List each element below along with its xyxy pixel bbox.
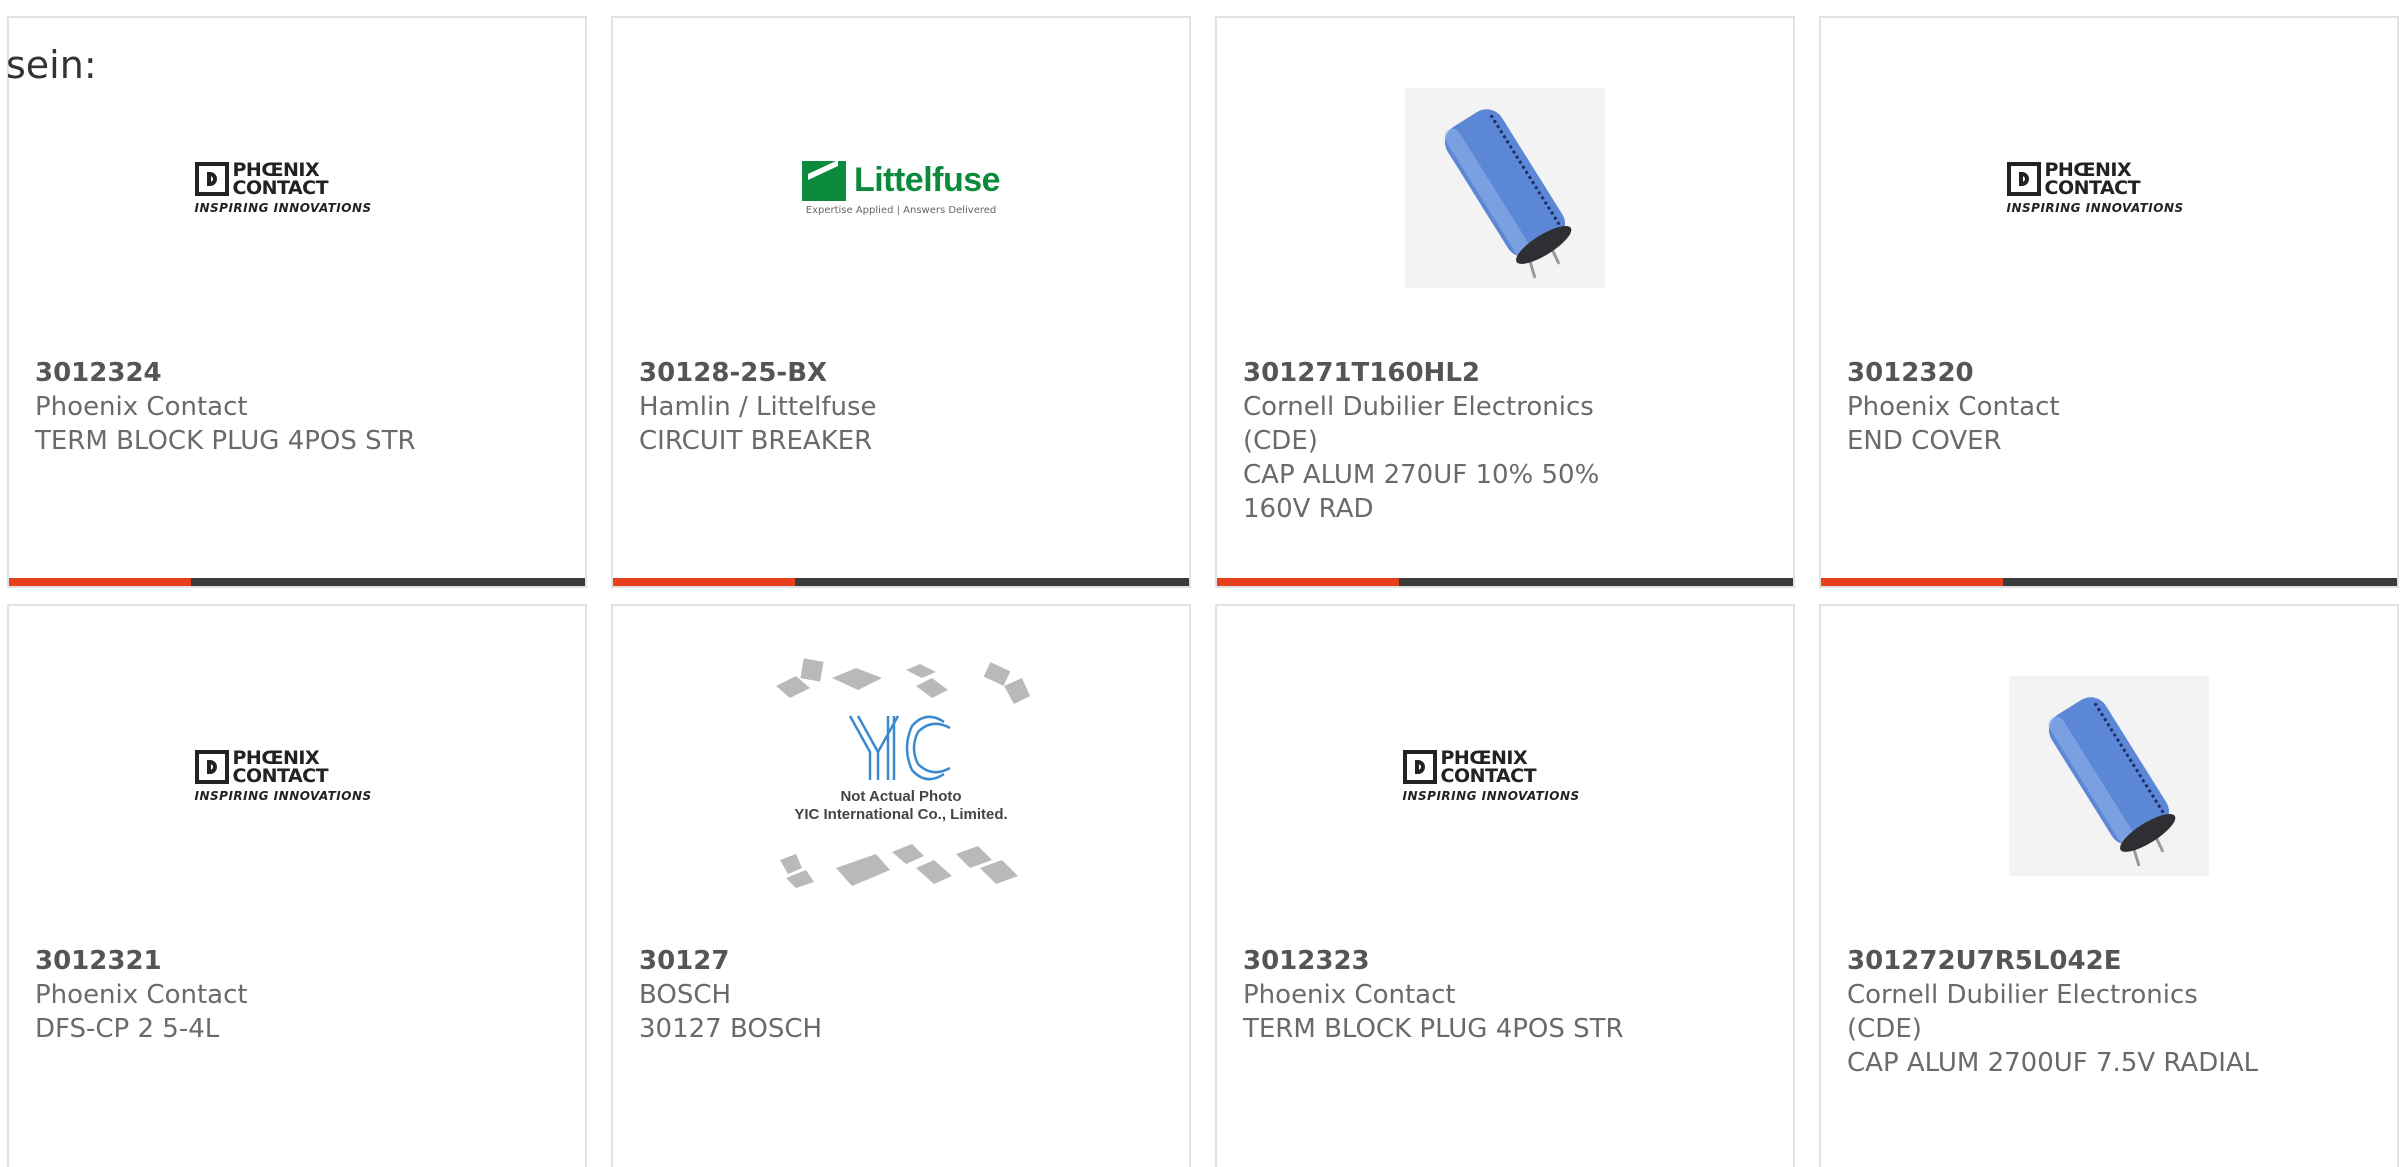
chip-collage-icon [776, 658, 1030, 888]
capacitor-photo [2009, 676, 2209, 876]
lead-text: sein: [6, 43, 97, 87]
manufacturer: Hamlin / Littelfuse [639, 392, 877, 422]
product-info: 3012321 Phoenix Contact DFS-CP 2 5-4L [35, 944, 465, 1046]
product-info: 30127 BOSCH 30127 BOSCH [639, 944, 1069, 1046]
product-image[interactable]: PHŒNIX CONTACT INSPIRING INNOVATIONS [1821, 68, 2397, 308]
yic-caption-line: Not Actual Photo [840, 788, 962, 805]
manufacturer: Phoenix Contact [35, 980, 248, 1010]
product-card[interactable]: PHŒNIX CONTACT INSPIRING INNOVATIONS 301… [1215, 604, 1795, 1167]
card-bottom-bar [1217, 578, 1793, 586]
product-info: 301271T160HL2 Cornell Dubilier Electroni… [1243, 356, 1673, 526]
product-card[interactable]: Littelfuse Expertise Applied | Answers D… [611, 16, 1191, 588]
product-info: 3012320 Phoenix Contact END COVER [1847, 356, 2277, 458]
part-number[interactable]: 301272U7R5L042E [1847, 944, 2277, 978]
part-number[interactable]: 30128-25-BX [639, 356, 1069, 390]
logo-tagline: Expertise Applied | Answers Delivered [805, 204, 997, 216]
logo-tagline: INSPIRING INNOVATIONS [194, 789, 372, 803]
phoenix-mark-icon [194, 750, 229, 784]
product-image[interactable]: PHŒNIX CONTACT INSPIRING INNOVATIONS [9, 656, 585, 896]
capacitor-icon [2048, 697, 2176, 867]
littelfuse-mark-icon [801, 160, 846, 201]
manufacturer: Phoenix Contact [1847, 392, 2060, 422]
part-number[interactable]: 3012323 [1243, 944, 1673, 978]
phoenix-contact-logo: PHŒNIX CONTACT INSPIRING INNOVATIONS [2006, 161, 2212, 215]
manufacturer: Phoenix Contact [1243, 980, 1456, 1010]
bar-accent [9, 578, 191, 586]
product-info: 30128-25-BX Hamlin / Littelfuse CIRCUIT … [639, 356, 1069, 458]
littelfuse-logo: Littelfuse Expertise Applied | Answers D… [801, 160, 1001, 216]
phoenix-contact-logo: PHŒNIX CONTACT INSPIRING INNOVATIONS [194, 161, 400, 215]
logo-tagline: INSPIRING INNOVATIONS [194, 201, 372, 215]
card-bottom-bar [9, 578, 585, 586]
yic-caption-line: YIC International Co., Limited. [794, 806, 1008, 823]
logo-word: CONTACT [1440, 765, 1537, 787]
logo-tagline: INSPIRING INNOVATIONS [1402, 789, 1580, 803]
manufacturer: BOSCH [639, 980, 732, 1010]
capacitor-icon [1444, 109, 1572, 279]
product-card[interactable]: PHŒNIX CONTACT INSPIRING INNOVATIONS 301… [7, 16, 587, 588]
description: 30127 BOSCH [639, 1014, 823, 1044]
product-image[interactable]: PHŒNIX CONTACT INSPIRING INNOVATIONS [1217, 656, 1793, 896]
product-card[interactable]: PHŒNIX CONTACT INSPIRING INNOVATIONS 301… [1819, 16, 2399, 588]
description: TERM BLOCK PLUG 4POS STR [1243, 1014, 1624, 1044]
part-number[interactable]: 3012320 [1847, 356, 2277, 390]
product-card[interactable]: 301271T160HL2 Cornell Dubilier Electroni… [1215, 16, 1795, 588]
product-card[interactable]: PHŒNIX CONTACT INSPIRING INNOVATIONS 301… [7, 604, 587, 1167]
phoenix-contact-logo: PHŒNIX CONTACT INSPIRING INNOVATIONS [194, 749, 400, 803]
product-image[interactable] [1821, 656, 2397, 896]
description: DFS-CP 2 5-4L [35, 1014, 220, 1044]
bar-accent [613, 578, 795, 586]
description: CAP ALUM 2700UF 7.5V RADIAL [1847, 1048, 2259, 1078]
manufacturer: Cornell Dubilier Electronics (CDE) [1847, 980, 2198, 1044]
product-info: 3012324 Phoenix Contact TERM BLOCK PLUG … [35, 356, 465, 458]
product-info: 3012323 Phoenix Contact TERM BLOCK PLUG … [1243, 944, 1673, 1046]
logo-word: Littelfuse [853, 161, 1001, 199]
manufacturer: Phoenix Contact [35, 392, 248, 422]
product-image[interactable]: Littelfuse Expertise Applied | Answers D… [613, 68, 1189, 308]
card-bottom-bar [613, 578, 1189, 586]
product-info: 301272U7R5L042E Cornell Dubilier Electro… [1847, 944, 2277, 1080]
bar-accent [1217, 578, 1399, 586]
product-image[interactable]: PHŒNIX CONTACT INSPIRING INNOVATIONS [9, 68, 585, 308]
phoenix-mark-icon [1402, 750, 1437, 784]
yic-placeholder: Not Actual Photo YIC International Co., … [766, 656, 1036, 896]
product-image[interactable]: Not Actual Photo YIC International Co., … [613, 656, 1189, 896]
product-grid: PHŒNIX CONTACT INSPIRING INNOVATIONS 301… [7, 16, 2399, 1167]
product-card[interactable]: 301272U7R5L042E Cornell Dubilier Electro… [1819, 604, 2399, 1167]
phoenix-contact-logo: PHŒNIX CONTACT INSPIRING INNOVATIONS [1402, 749, 1608, 803]
description: CIRCUIT BREAKER [639, 426, 873, 456]
logo-tagline: INSPIRING INNOVATIONS [2006, 201, 2184, 215]
phoenix-mark-icon [194, 162, 229, 196]
phoenix-mark-icon [2006, 162, 2041, 196]
page: sein: PHŒNIX CONTACT INSPIRING INNOVATIO… [0, 0, 2400, 1167]
description: TERM BLOCK PLUG 4POS STR [35, 426, 416, 456]
logo-word: CONTACT [232, 765, 329, 787]
description: END COVER [1847, 426, 2002, 456]
part-number[interactable]: 301271T160HL2 [1243, 356, 1673, 390]
part-number[interactable]: 30127 [639, 944, 1069, 978]
card-bottom-bar [1821, 578, 2397, 586]
part-number[interactable]: 3012321 [35, 944, 465, 978]
product-image[interactable] [1217, 68, 1793, 308]
bar-accent [1821, 578, 2003, 586]
manufacturer: Cornell Dubilier Electronics (CDE) [1243, 392, 1594, 456]
description: CAP ALUM 270UF 10% 50% 160V RAD [1243, 460, 1600, 524]
part-number[interactable]: 3012324 [35, 356, 465, 390]
logo-word: CONTACT [2044, 177, 2141, 199]
product-card[interactable]: Not Actual Photo YIC International Co., … [611, 604, 1191, 1167]
logo-word: CONTACT [232, 177, 329, 199]
capacitor-photo [1405, 88, 1605, 288]
